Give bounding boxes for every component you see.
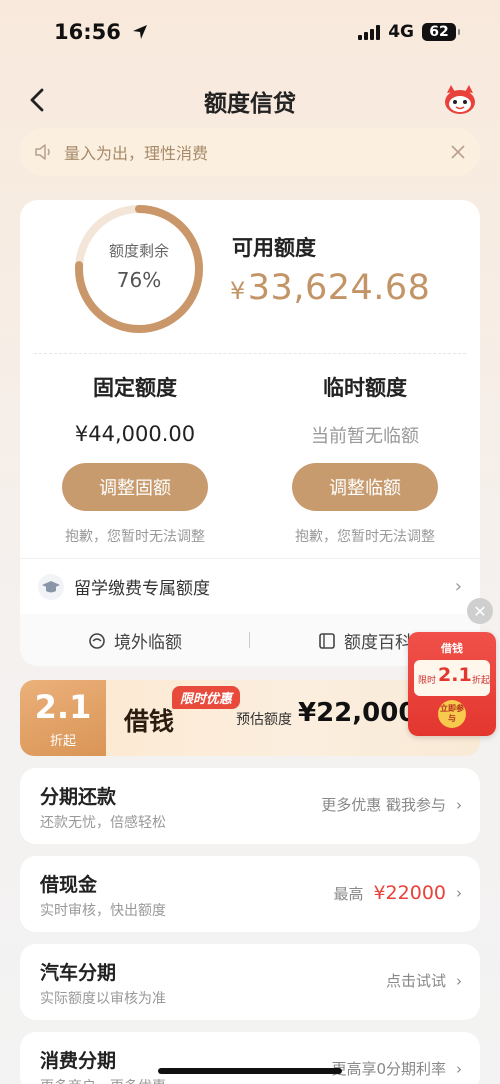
credit-card: 额度剩余 76% 可用额度 ¥33,624.68 固定额度 ¥44,000.00…	[20, 200, 480, 666]
chevron-right-icon: ›	[456, 795, 462, 814]
available-credit-amount: ¥33,624.68	[230, 268, 430, 308]
item-right: 最高 ¥22000 ›	[333, 882, 462, 904]
chevron-right-icon: ›	[456, 971, 462, 990]
temp-credit-value: 当前暂无临额	[311, 426, 419, 447]
adjust-fixed-button[interactable]: 调整固额	[62, 463, 208, 511]
currency-symbol: ¥	[230, 277, 246, 305]
float-suffix: 折起	[472, 676, 491, 686]
chevron-right-icon: ›	[456, 884, 462, 902]
temp-credit-title: 临时额度	[323, 376, 407, 400]
item-subtitle: 实时审核，快出额度	[40, 903, 166, 919]
item-title: 汽车分期	[40, 962, 117, 984]
float-title: 借钱	[441, 642, 463, 655]
time-text: 16:56	[54, 20, 121, 44]
link-separator	[249, 632, 250, 648]
overseas-temp-link[interactable]: 境外临额	[88, 628, 182, 653]
chevron-right-icon: ›	[456, 1059, 462, 1078]
discount-unit: 折起	[49, 734, 76, 749]
item-right: 更高享0分期利率 ›	[331, 1058, 462, 1079]
item-right: 点击试试 ›	[386, 970, 462, 991]
remaining-percent: 76%	[116, 268, 162, 292]
float-discount: 2.1	[438, 664, 472, 686]
battery-icon: 62	[422, 23, 460, 41]
notice-bar: 量入为出，理性消费	[20, 128, 480, 176]
list-item-car-installment[interactable]: 汽车分期 实际额度以审核为准 点击试试 ›	[20, 944, 480, 1020]
estimated-credit-label: 预估额度	[236, 712, 292, 728]
discount-value: 2.1	[34, 688, 92, 726]
item-right-text: 更多优惠 戳我参与	[321, 796, 446, 814]
temp-credit-note: 抱歉，您暂时无法调整	[295, 529, 435, 545]
page-title: 额度信贷	[204, 91, 296, 117]
float-join-button[interactable]: 立即参与	[438, 700, 466, 728]
speaker-icon	[35, 144, 50, 160]
limited-offer-tag: 限时优惠	[172, 686, 241, 709]
item-title: 消费分期	[40, 1050, 117, 1072]
study-abroad-credit-row[interactable]: 留学缴费专属额度 ›	[20, 558, 480, 614]
list-item-consumer-installment[interactable]: 消费分期 更多商户，更多优惠 更高享0分期利率 ›	[20, 1032, 480, 1084]
fixed-credit-value: ¥44,000.00	[74, 422, 196, 446]
available-credit-label: 可用额度	[232, 236, 316, 260]
available-amount-value: 33,624.68	[247, 268, 431, 308]
adjust-temp-button[interactable]: 调整临额	[292, 463, 438, 511]
list-item-cash-loan[interactable]: 借现金 实时审核，快出额度 最高 ¥22000 ›	[20, 856, 480, 932]
credit-wiki-label: 额度百科	[344, 633, 412, 653]
fixed-credit-title: 固定额度	[93, 376, 177, 400]
remaining-label: 额度剩余	[108, 242, 169, 260]
borrow-title: 借钱	[124, 707, 175, 736]
item-highlight: ¥22000	[373, 882, 446, 904]
close-icon[interactable]	[450, 144, 466, 160]
item-subtitle: 还款无忧，倍感轻松	[40, 815, 166, 831]
item-right: 更多优惠 戳我参与 ›	[321, 794, 462, 815]
credit-wiki-link[interactable]: 额度百科	[318, 628, 412, 653]
item-title: 借现金	[40, 874, 98, 896]
float-prefix: 限时	[418, 676, 437, 686]
graduation-cap-icon	[38, 573, 64, 600]
floating-promo[interactable]: 借钱 限时 2.1 折起 立即参与	[408, 632, 496, 736]
float-close-button[interactable]: ✕	[467, 598, 493, 624]
network-type: 4G	[388, 22, 414, 42]
status-time: 16:56	[54, 20, 148, 44]
refresh-globe-icon	[89, 632, 105, 649]
item-subtitle: 更多商户，更多优惠	[40, 1076, 166, 1084]
status-indicators: 4G 62	[358, 22, 460, 42]
item-right-text: 更高享0分期利率	[331, 1060, 446, 1078]
item-title: 分期还款	[40, 786, 117, 808]
location-arrow-icon	[133, 25, 148, 39]
item-subtitle: 实际额度以审核为准	[40, 991, 166, 1007]
battery-level: 62	[429, 24, 449, 40]
divider	[34, 353, 466, 354]
home-indicator[interactable]	[158, 1068, 342, 1074]
mascot-service-icon[interactable]	[442, 82, 478, 116]
item-right-text: 最高	[333, 884, 364, 903]
item-right-text: 点击试试	[385, 972, 446, 990]
close-icon: ✕	[473, 601, 487, 621]
chevron-right-icon: ›	[454, 576, 462, 597]
signal-icon	[358, 24, 381, 40]
notice-text: 量入为出，理性消费	[64, 144, 209, 163]
overseas-temp-label: 境外临额	[114, 633, 182, 653]
fixed-credit-note: 抱歉，您暂时无法调整	[65, 529, 205, 545]
book-icon	[319, 632, 335, 649]
study-abroad-label: 留学缴费专属额度	[74, 579, 210, 599]
list-item-installment-repay[interactable]: 分期还款 还款无忧，倍感轻松 更多优惠 戳我参与 ›	[20, 768, 480, 844]
